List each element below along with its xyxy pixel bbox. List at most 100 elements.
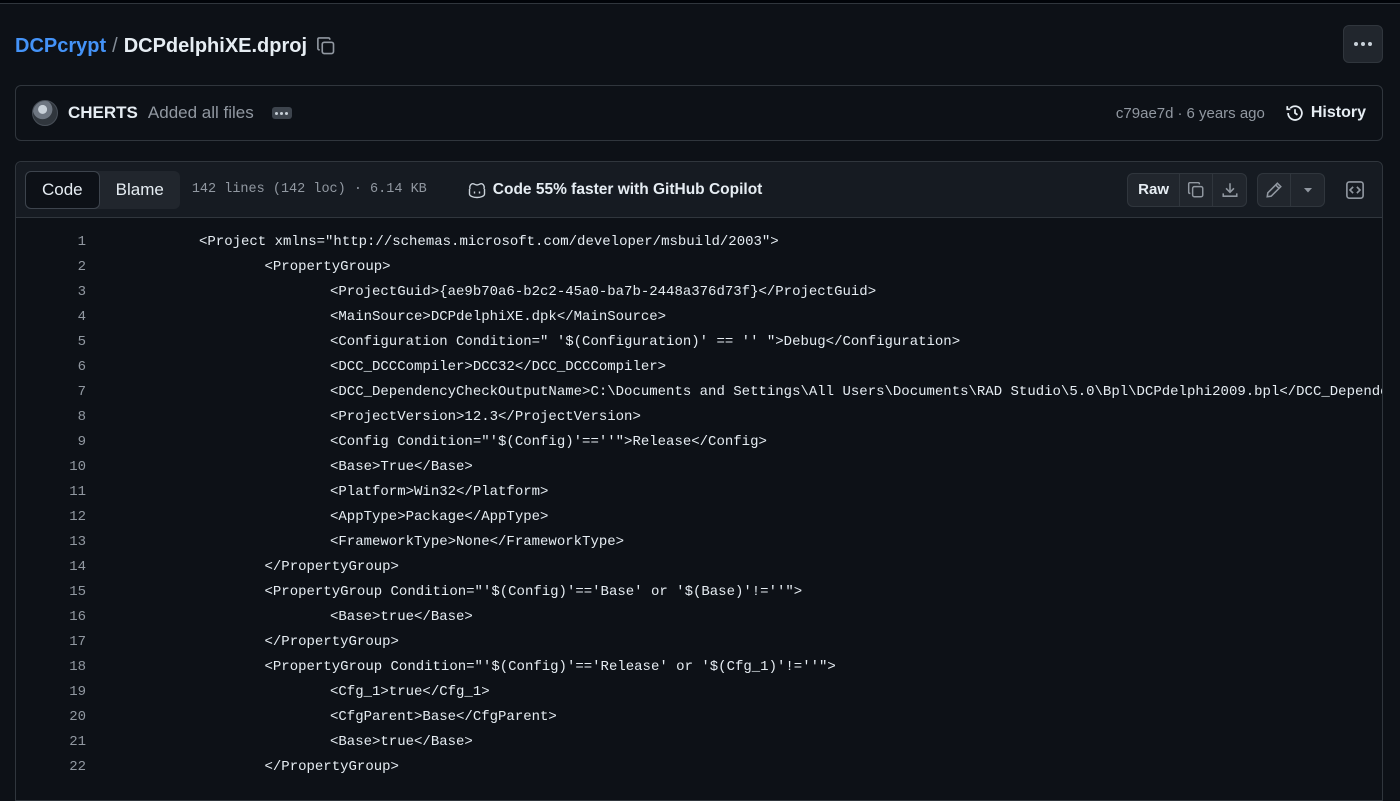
code-line: 6 <DCC_DCCCompiler>DCC32</DCC_DCCCompiler… xyxy=(16,354,1382,379)
pencil-icon xyxy=(1266,181,1282,198)
symbols-panel-button[interactable] xyxy=(1337,173,1373,207)
line-number[interactable]: 16 xyxy=(16,609,86,625)
file-actions: Raw xyxy=(1127,172,1373,207)
line-content: <Config Condition="'$(Config)'==''">Rele… xyxy=(330,433,767,450)
copilot-promo-link[interactable]: Code 55% faster with GitHub Copilot xyxy=(467,180,763,199)
line-number[interactable]: 2 xyxy=(16,259,86,275)
breadcrumb-repo-link[interactable]: DCPcrypt xyxy=(15,35,106,58)
line-number[interactable]: 8 xyxy=(16,409,86,425)
line-number[interactable]: 9 xyxy=(16,434,86,450)
breadcrumb: DCPcrypt / DCPdelphiXE.dproj xyxy=(15,32,337,60)
line-number[interactable]: 5 xyxy=(16,334,86,350)
code-line: 7 <DCC_DependencyCheckOutputName>C:\Docum… xyxy=(16,379,1382,404)
code-line: 22 </PropertyGroup> xyxy=(16,754,1382,779)
line-number[interactable]: 13 xyxy=(16,534,86,550)
code-line: 15 <PropertyGroup Condition="'$(Config)'=… xyxy=(16,579,1382,604)
raw-actions-group: Raw xyxy=(1127,172,1247,207)
code-line: 14 </PropertyGroup> xyxy=(16,554,1382,579)
code-line: 8 <ProjectVersion>12.3</ProjectVersion> xyxy=(16,404,1382,429)
line-number[interactable]: 4 xyxy=(16,309,86,325)
line-content: <PropertyGroup Condition="'$(Config)'=='… xyxy=(264,583,803,600)
commit-time: 6 years ago xyxy=(1186,104,1265,122)
line-number[interactable]: 20 xyxy=(16,709,86,725)
commit-author[interactable]: CHERTS xyxy=(68,103,138,123)
line-content: <Base>true</Base> xyxy=(330,608,473,625)
line-number[interactable]: 18 xyxy=(16,659,86,675)
file-info: 142 lines (142 loc) · 6.14 KB xyxy=(191,182,427,197)
latest-commit-bar: CHERTS Added all files c79ae7d · 6 years… xyxy=(15,85,1383,141)
line-content: <ProjectGuid>{ae9b70a6-b2c2-45a0-ba7b-24… xyxy=(330,283,877,300)
line-number[interactable]: 17 xyxy=(16,634,86,650)
code-line: 11 <Platform>Win32</Platform> xyxy=(16,479,1382,504)
line-content: <Platform>Win32</Platform> xyxy=(330,483,549,500)
raw-button[interactable]: Raw xyxy=(1128,173,1180,206)
line-number[interactable]: 11 xyxy=(16,484,86,500)
line-number[interactable]: 15 xyxy=(16,584,86,600)
line-number[interactable]: 1 xyxy=(16,234,86,250)
download-button[interactable] xyxy=(1213,174,1246,206)
line-number[interactable]: 7 xyxy=(16,384,86,400)
view-mode-toggle: Code Blame xyxy=(25,170,180,209)
edit-dropdown-button[interactable] xyxy=(1291,174,1324,206)
code-square-icon xyxy=(1346,180,1364,199)
file-header: Code Blame 142 lines (142 loc) · 6.14 KB… xyxy=(16,162,1382,218)
commit-meta-separator: · xyxy=(1177,104,1183,122)
edit-file-button[interactable] xyxy=(1258,173,1291,206)
line-content: <DCC_DCCCompiler>DCC32</DCC_DCCCompiler> xyxy=(330,358,667,375)
tab-code[interactable]: Code xyxy=(25,170,100,209)
commit-message[interactable]: Added all files xyxy=(148,103,254,123)
code-line: 1 <Project xmlns="http://schemas.microsof… xyxy=(16,229,1382,254)
line-content: <PropertyGroup> xyxy=(264,258,391,275)
commit-details-toggle[interactable] xyxy=(271,107,292,119)
history-icon xyxy=(1286,105,1303,121)
line-content: <FrameworkType>None</FrameworkType> xyxy=(330,533,625,550)
code-line: 19 <Cfg_1>true</Cfg_1> xyxy=(16,679,1382,704)
line-content: </PropertyGroup> xyxy=(264,758,399,775)
copy-raw-button[interactable] xyxy=(1180,173,1213,206)
code-line: 3 <ProjectGuid>{ae9b70a6-b2c2-45a0-ba7b-2… xyxy=(16,279,1382,304)
line-content: <CfgParent>Base</CfgParent> xyxy=(330,708,557,725)
line-content: </PropertyGroup> xyxy=(264,633,399,650)
line-content: <Cfg_1>true</Cfg_1> xyxy=(330,683,490,700)
author-avatar[interactable] xyxy=(32,100,58,126)
triangle-down-icon xyxy=(1303,187,1312,192)
line-content: <Base>True</Base> xyxy=(330,458,473,475)
commit-meta: c79ae7d · 6 years ago History xyxy=(1116,103,1366,123)
line-number[interactable]: 21 xyxy=(16,734,86,750)
commit-sha[interactable]: c79ae7d xyxy=(1116,105,1174,122)
breadcrumb-separator: / xyxy=(112,34,118,57)
code-line: 9 <Config Condition="'$(Config)'==''">Rel… xyxy=(16,429,1382,454)
top-border xyxy=(0,0,1400,4)
copy-icon xyxy=(1187,181,1204,197)
line-number[interactable]: 14 xyxy=(16,559,86,575)
line-content: <AppType>Package</AppType> xyxy=(330,508,549,525)
line-content: <Base>true</Base> xyxy=(330,733,473,750)
line-number[interactable]: 19 xyxy=(16,684,86,700)
line-content: <PropertyGroup Condition="'$(Config)'=='… xyxy=(264,658,836,675)
line-number[interactable]: 6 xyxy=(16,359,86,375)
download-icon xyxy=(1221,182,1238,197)
code-line: 18 <PropertyGroup Condition="'$(Config)'=… xyxy=(16,654,1382,679)
more-options-button[interactable] xyxy=(1343,25,1383,63)
code-line: 17 </PropertyGroup> xyxy=(16,629,1382,654)
history-label: History xyxy=(1310,104,1366,121)
line-number[interactable]: 3 xyxy=(16,284,86,300)
line-number[interactable]: 12 xyxy=(16,509,86,525)
copilot-promo-text: Code 55% faster with GitHub Copilot xyxy=(492,180,763,198)
tab-blame[interactable]: Blame xyxy=(100,171,180,209)
line-number[interactable]: 22 xyxy=(16,759,86,775)
line-content: <Configuration Condition=" '$(Configurat… xyxy=(330,333,961,350)
code-line: 13 <FrameworkType>None</FrameworkType> xyxy=(16,529,1382,554)
code-line: 21 <Base>true</Base> xyxy=(16,729,1382,754)
copy-path-button[interactable] xyxy=(315,35,337,57)
code-line: 2 <PropertyGroup> xyxy=(16,254,1382,279)
history-button[interactable]: History xyxy=(1285,103,1366,123)
code-line: 5 <Configuration Condition=" '$(Configura… xyxy=(16,329,1382,354)
copilot-icon xyxy=(468,182,485,198)
file-viewer: Code Blame 142 lines (142 loc) · 6.14 KB… xyxy=(15,161,1383,801)
code-line: 4 <MainSource>DCPdelphiXE.dpk</MainSource… xyxy=(16,304,1382,329)
line-content: <ProjectVersion>12.3</ProjectVersion> xyxy=(330,408,641,425)
code-line: 12 <AppType>Package</AppType> xyxy=(16,504,1382,529)
code-line: 16 <Base>true</Base> xyxy=(16,604,1382,629)
line-number[interactable]: 10 xyxy=(16,459,86,475)
